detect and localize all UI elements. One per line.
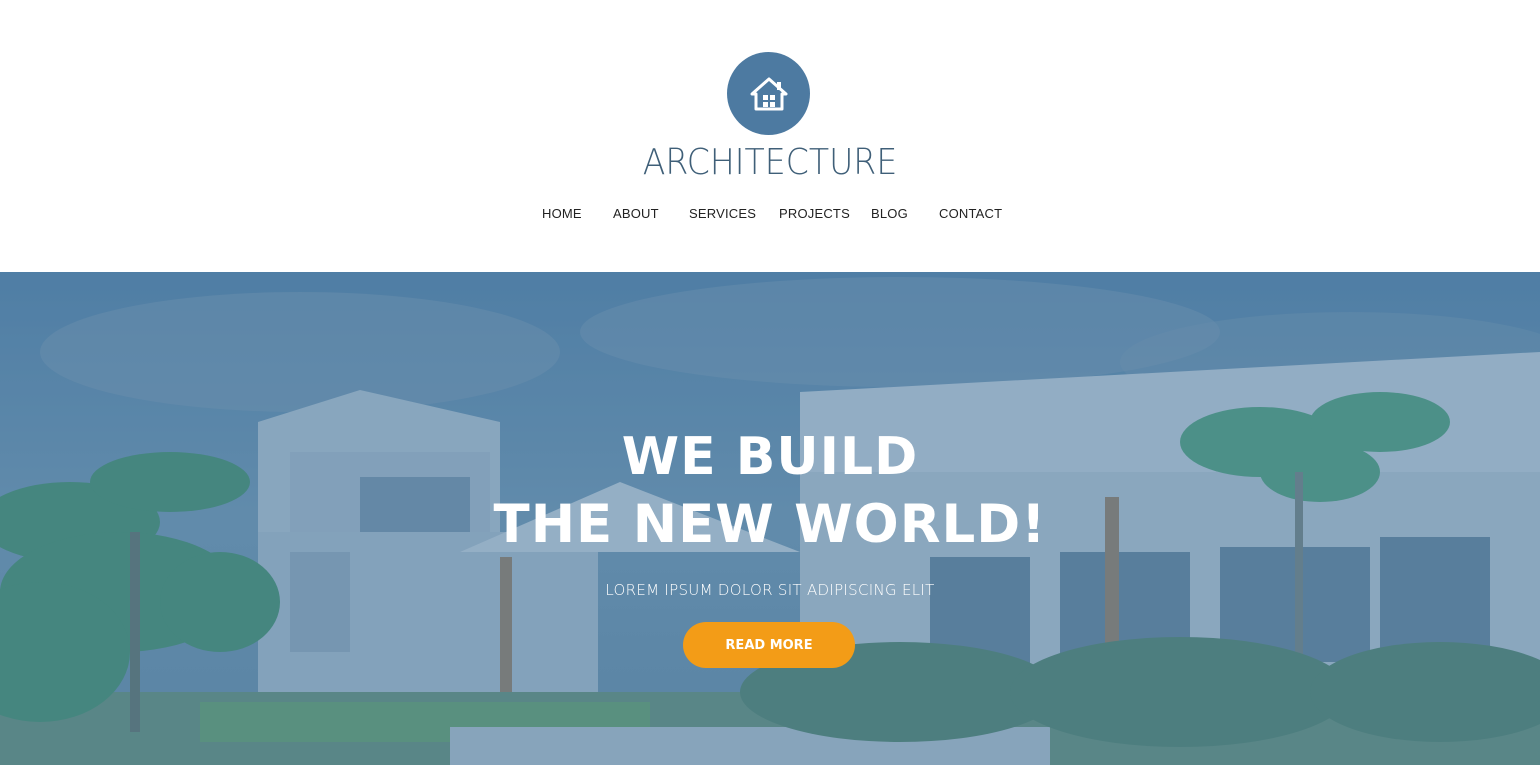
nav-item-home[interactable]: HOME [542, 206, 582, 221]
site-header: ARCHITECTURE HOME ABOUT SERVICES PROJECT… [0, 0, 1540, 272]
main-nav: HOME ABOUT SERVICES PROJECTS BLOG CONTAC… [0, 206, 1540, 226]
hero-title-line1: WE BUILD [621, 427, 919, 487]
house-icon [750, 77, 787, 110]
nav-item-about[interactable]: ABOUT [613, 206, 659, 221]
brand-name[interactable]: ARCHITECTURE [62, 142, 1479, 183]
hero-title-line2: THE NEW WORLD! [493, 494, 1047, 555]
logo[interactable] [727, 52, 810, 135]
nav-item-projects[interactable]: PROJECTS [779, 206, 850, 221]
hero-banner: WE BUILD THE NEW WORLD! LOREM IPSUM DOLO… [0, 272, 1540, 765]
hero-subtitle: LOREM IPSUM DOLOR SIT ADIPISCING ELIT [605, 581, 935, 599]
nav-item-services[interactable]: SERVICES [689, 206, 756, 221]
nav-item-contact[interactable]: CONTACT [939, 206, 1002, 221]
read-more-button[interactable]: READ MORE [683, 622, 855, 668]
nav-item-blog[interactable]: BLOG [871, 206, 908, 221]
